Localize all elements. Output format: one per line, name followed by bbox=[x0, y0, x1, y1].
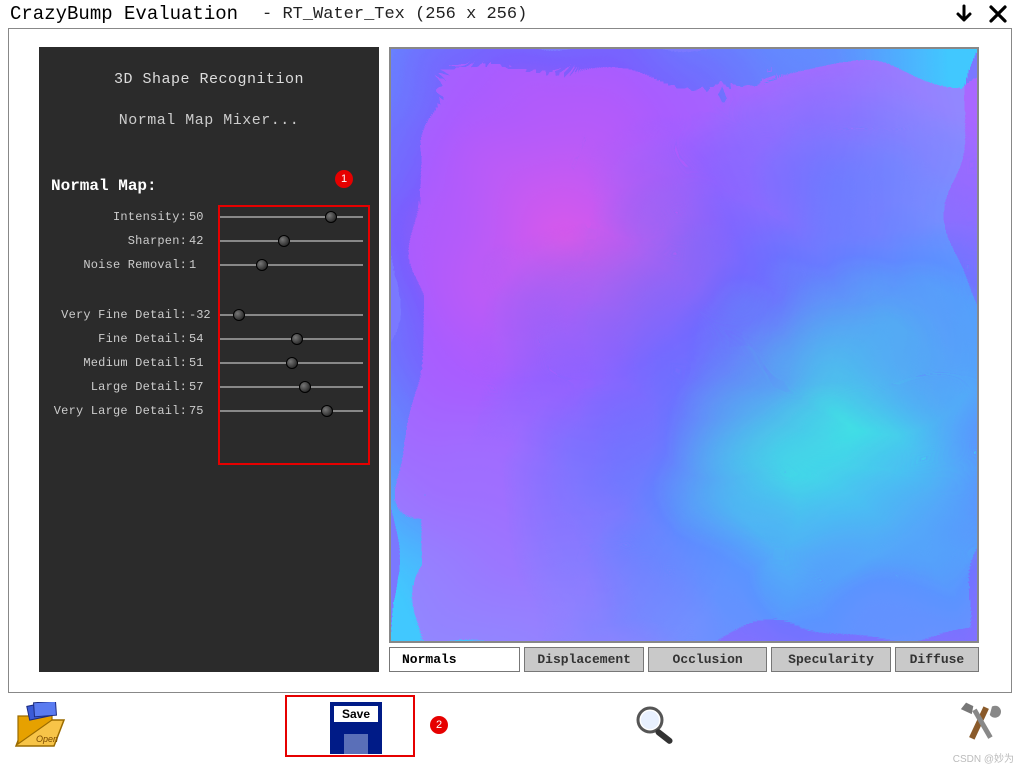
normal-map-mixer-link[interactable]: Normal Map Mixer... bbox=[39, 112, 379, 129]
slider-thumb[interactable] bbox=[325, 211, 337, 223]
texture-preview[interactable] bbox=[389, 47, 979, 643]
file-title: - RT_Water_Tex (256 x 256) bbox=[262, 5, 527, 24]
slider-label: Very Fine Detail: bbox=[39, 308, 187, 322]
slider[interactable] bbox=[219, 216, 363, 218]
slider-value: 75 bbox=[187, 404, 215, 418]
slider-label: Very Large Detail: bbox=[39, 404, 187, 418]
tab-occlusion[interactable]: Occlusion bbox=[648, 647, 767, 672]
slider[interactable] bbox=[219, 362, 363, 364]
panel-heading: Normal Map: bbox=[51, 177, 379, 195]
shape-recognition-link[interactable]: 3D Shape Recognition bbox=[39, 71, 379, 88]
tab-displacement[interactable]: Displacement bbox=[524, 647, 643, 672]
slider-thumb[interactable] bbox=[256, 259, 268, 271]
slider-value: 57 bbox=[187, 380, 215, 394]
slider-thumb[interactable] bbox=[291, 333, 303, 345]
slider-row: Fine Detail:54 bbox=[39, 327, 379, 351]
minimize-icon[interactable] bbox=[952, 2, 976, 26]
tools-button[interactable] bbox=[954, 700, 1006, 757]
slider-row: Noise Removal:1 bbox=[39, 253, 379, 277]
slider-label: Large Detail: bbox=[39, 380, 187, 394]
close-icon[interactable] bbox=[986, 2, 1010, 26]
main-frame: 3D Shape Recognition Normal Map Mixer...… bbox=[8, 28, 1012, 693]
magnify-button[interactable] bbox=[632, 704, 682, 753]
slider-value: 50 bbox=[187, 210, 215, 224]
slider[interactable] bbox=[219, 240, 363, 242]
slider-label: Intensity: bbox=[39, 210, 187, 224]
svg-text:Open: Open bbox=[36, 734, 58, 744]
slider-thumb[interactable] bbox=[321, 405, 333, 417]
slider-thumb[interactable] bbox=[233, 309, 245, 321]
bottom-toolbar: Open Save bbox=[8, 696, 1012, 760]
slider[interactable] bbox=[219, 410, 363, 412]
slider-thumb[interactable] bbox=[299, 381, 311, 393]
slider-row: Sharpen:42 bbox=[39, 229, 379, 253]
slider-row: Medium Detail:51 bbox=[39, 351, 379, 375]
slider-group-basic: Intensity:50Sharpen:42Noise Removal:1 bbox=[39, 205, 379, 277]
title-bar: CrazyBump Evaluation - RT_Water_Tex (256… bbox=[0, 0, 1020, 28]
slider-label: Noise Removal: bbox=[39, 258, 187, 272]
slider-group-detail: Very Fine Detail:-32Fine Detail:54Medium… bbox=[39, 303, 379, 423]
tab-diffuse[interactable]: Diffuse bbox=[895, 647, 979, 672]
slider-value: 1 bbox=[187, 258, 215, 272]
slider-row: Intensity:50 bbox=[39, 205, 379, 229]
slider-label: Medium Detail: bbox=[39, 356, 187, 370]
tab-normals[interactable]: Normals bbox=[389, 647, 520, 672]
tab-specularity[interactable]: Specularity bbox=[771, 647, 890, 672]
save-button[interactable]: Save bbox=[330, 702, 382, 754]
slider[interactable] bbox=[219, 314, 363, 316]
control-panel: 3D Shape Recognition Normal Map Mixer...… bbox=[39, 47, 379, 672]
slider-label: Fine Detail: bbox=[39, 332, 187, 346]
output-tabs: NormalsDisplacementOcclusionSpecularityD… bbox=[389, 647, 979, 672]
app-title: CrazyBump Evaluation bbox=[10, 3, 238, 25]
slider[interactable] bbox=[219, 338, 363, 340]
open-button[interactable]: Open bbox=[14, 702, 72, 755]
save-label: Save bbox=[334, 706, 378, 722]
slider-thumb[interactable] bbox=[286, 357, 298, 369]
slider-label: Sharpen: bbox=[39, 234, 187, 248]
slider-value: 54 bbox=[187, 332, 215, 346]
slider[interactable] bbox=[219, 264, 363, 266]
slider-row: Large Detail:57 bbox=[39, 375, 379, 399]
slider-row: Very Fine Detail:-32 bbox=[39, 303, 379, 327]
slider-value: -32 bbox=[187, 308, 215, 322]
slider-thumb[interactable] bbox=[278, 235, 290, 247]
slider[interactable] bbox=[219, 386, 363, 388]
slider-row: Very Large Detail:75 bbox=[39, 399, 379, 423]
slider-value: 51 bbox=[187, 356, 215, 370]
slider-value: 42 bbox=[187, 234, 215, 248]
